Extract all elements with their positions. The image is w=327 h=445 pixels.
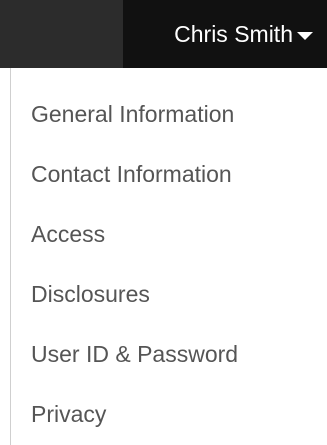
menu-item-contact-information[interactable]: Contact Information xyxy=(11,144,327,204)
user-name: Chris Smith xyxy=(174,20,293,47)
menu-item-general-information[interactable]: General Information xyxy=(11,84,327,144)
menu-item-privacy[interactable]: Privacy xyxy=(11,384,327,444)
menu-item-disclosures[interactable]: Disclosures xyxy=(11,264,327,324)
menu-list: General Information Contact Information … xyxy=(11,68,327,444)
top-bar-left xyxy=(0,0,123,68)
top-bar: Chris Smith xyxy=(0,0,327,68)
user-menu-toggle[interactable]: Chris Smith xyxy=(123,0,327,68)
menu-item-access[interactable]: Access xyxy=(11,204,327,264)
caret-down-icon xyxy=(297,31,313,40)
user-dropdown-menu: General Information Contact Information … xyxy=(10,68,327,445)
menu-item-user-id-password[interactable]: User ID & Password xyxy=(11,324,327,384)
